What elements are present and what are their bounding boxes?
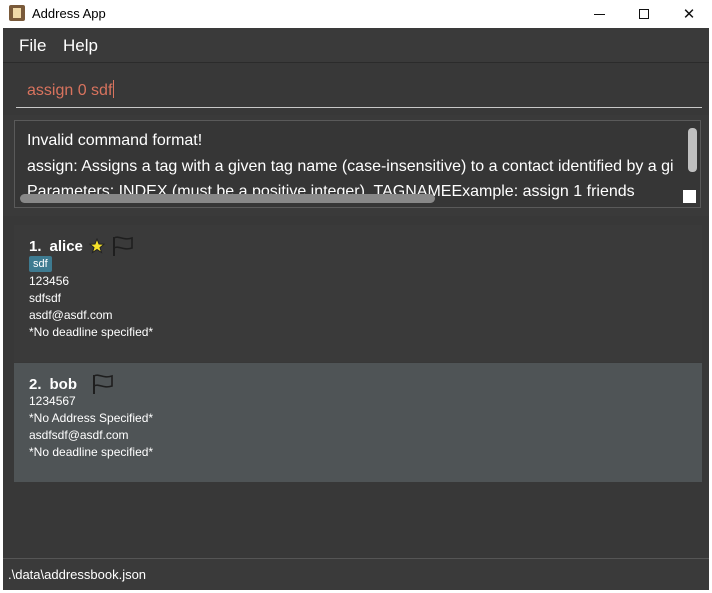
text-caret [113, 80, 115, 98]
person-phone: 1234567 [29, 394, 76, 408]
person-index: 2. [29, 375, 42, 393]
star-icon[interactable] [88, 238, 105, 254]
person-name: bob [49, 375, 78, 393]
maximize-button[interactable] [621, 0, 667, 28]
person-index: 1. [29, 237, 42, 255]
horizontal-scrollbar[interactable] [20, 194, 435, 203]
flag-icon[interactable] [111, 235, 135, 257]
status-path: .\data\addressbook.json [8, 567, 147, 582]
title-bar: Address App ✕ [0, 0, 712, 28]
command-value: assign 0 sdf [27, 82, 113, 99]
person-deadline: *No deadline specified* [29, 325, 154, 339]
person-list[interactable]: 1. alice sdf 123456 sdfsdf asdf@asdf.com… [3, 216, 709, 586]
close-icon: ✕ [682, 6, 696, 23]
close-button[interactable]: ✕ [666, 0, 712, 28]
minimize-button[interactable] [576, 0, 622, 28]
person-card[interactable]: 1. alice sdf 123456 sdfsdf asdf@asdf.com… [14, 225, 702, 362]
result-line-1: Invalid command format! [27, 132, 203, 149]
minimize-icon [593, 13, 605, 15]
person-email: asdf@asdf.com [29, 308, 113, 322]
window-title: Address App [32, 6, 106, 21]
command-input[interactable]: assign 0 sdf [27, 80, 115, 100]
flag-icon[interactable] [91, 373, 115, 395]
result-display[interactable]: Invalid command format! assign: Assigns … [14, 120, 701, 208]
menu-bar: File Help [3, 28, 709, 63]
menu-file[interactable]: File [19, 36, 46, 56]
maximize-icon [639, 9, 649, 19]
menu-help[interactable]: Help [63, 36, 98, 56]
person-card-header: 2. bob [29, 373, 115, 395]
person-phone: 123456 [29, 274, 70, 288]
person-card[interactable]: 2. bob 1234567 *No Address Specified* as… [14, 363, 702, 482]
person-card-header: 1. alice [29, 235, 135, 257]
result-line-2: assign: Assigns a tag with a given tag n… [27, 158, 674, 175]
vertical-scrollbar[interactable] [688, 128, 697, 172]
scroll-corner [683, 190, 696, 203]
main-window: File Help assign 0 sdf Invalid command f… [3, 28, 709, 590]
app-icon [9, 5, 25, 21]
command-underline [16, 107, 702, 108]
tag-badge: sdf [29, 256, 52, 272]
person-deadline: *No deadline specified* [29, 445, 154, 459]
person-address: sdfsdf [29, 291, 62, 305]
command-box[interactable]: assign 0 sdf [3, 63, 709, 115]
person-name: alice [49, 237, 83, 255]
person-address: *No Address Specified* [29, 411, 154, 425]
status-bar: .\data\addressbook.json [3, 558, 709, 590]
person-email: asdfsdf@asdf.com [29, 428, 129, 442]
